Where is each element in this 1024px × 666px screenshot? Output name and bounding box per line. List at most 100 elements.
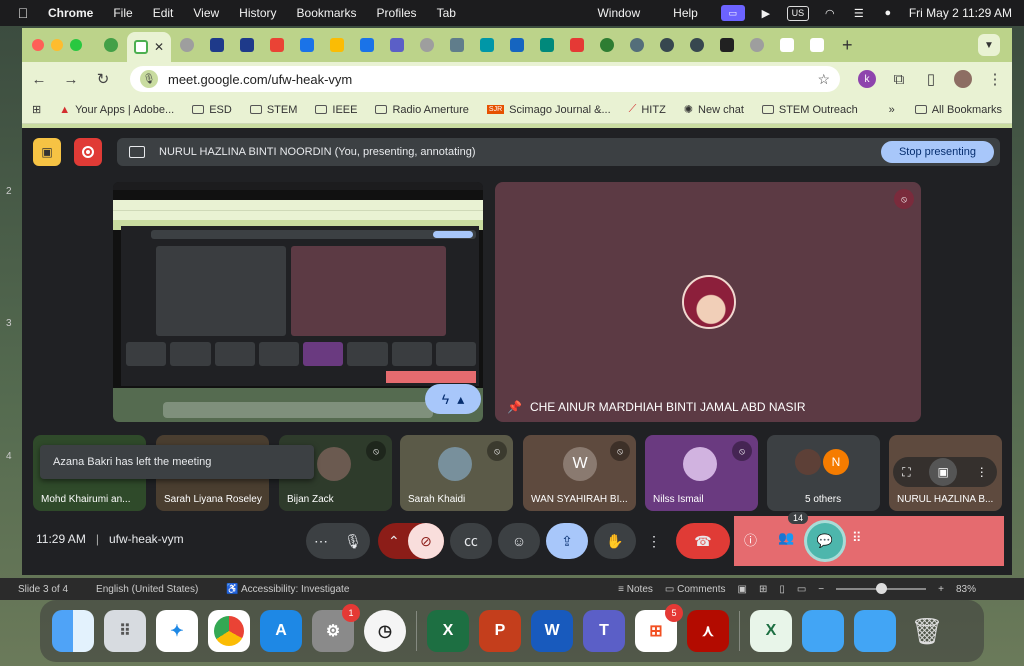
stop-presenting-button[interactable]: Stop presenting bbox=[880, 141, 994, 163]
menu-view[interactable]: View bbox=[193, 6, 219, 20]
tab-search-dropdown-icon[interactable]: ▼ bbox=[978, 34, 1000, 56]
camera-off-button[interactable]: ⊘ bbox=[408, 523, 444, 559]
microsoft-store-icon[interactable]: ⊞ 5 bbox=[635, 604, 683, 652]
activities-icon[interactable]: ⠿ bbox=[852, 530, 862, 546]
menu-edit[interactable]: Edit bbox=[153, 6, 174, 20]
tab[interactable] bbox=[293, 33, 321, 57]
powerpoint-icon[interactable]: P bbox=[479, 610, 521, 652]
more-options-icon[interactable]: ⋮ bbox=[976, 465, 988, 479]
camera-off-icon[interactable]: ▣ bbox=[33, 138, 61, 166]
bookmark-folder-stem[interactable]: STEM bbox=[249, 104, 297, 116]
tab[interactable] bbox=[443, 33, 471, 57]
microphone-icon[interactable]: 🎙 bbox=[344, 533, 362, 550]
zoom-level[interactable]: 83% bbox=[956, 584, 976, 595]
tab[interactable] bbox=[653, 33, 681, 57]
record-button[interactable] bbox=[74, 138, 102, 166]
notes-button[interactable]: ≡ Notes bbox=[618, 584, 653, 595]
bookmark-folder-esd[interactable]: ESD bbox=[192, 104, 232, 116]
tab[interactable] bbox=[803, 33, 831, 57]
close-window-button[interactable] bbox=[32, 39, 44, 51]
zoom-in-button[interactable]: + bbox=[938, 584, 944, 595]
comments-button[interactable]: ▭ Comments bbox=[665, 584, 726, 595]
clock-icon[interactable]: ◷ bbox=[364, 610, 406, 652]
new-tab-button[interactable]: + bbox=[842, 35, 853, 56]
tab-active-meet[interactable]: ✕ bbox=[127, 32, 171, 62]
frame-icon[interactable]: ⛶ bbox=[902, 465, 910, 480]
bookmark-star-icon[interactable]: ☆ bbox=[817, 71, 830, 88]
zoom-window-button[interactable] bbox=[70, 39, 82, 51]
menubar-clock[interactable]: Fri May 2 11:29 AM bbox=[909, 6, 1012, 20]
shared-screen-tile[interactable]: ϟ ▴ bbox=[113, 182, 483, 422]
excel-icon[interactable]: X bbox=[427, 610, 469, 652]
present-now-button[interactable]: ⇪ bbox=[546, 523, 588, 559]
apple-icon[interactable]:  bbox=[8, 5, 38, 21]
apps-grid-icon[interactable]: ⊞ bbox=[32, 103, 41, 116]
bookmark-folder-stem-outreach[interactable]: STEM Outreach bbox=[761, 104, 858, 116]
menu-tab[interactable]: Tab bbox=[437, 6, 456, 20]
tab[interactable] bbox=[623, 33, 651, 57]
url-text[interactable]: meet.google.com/ufw-heak-vym bbox=[168, 72, 807, 87]
close-tab-icon[interactable]: ✕ bbox=[154, 40, 164, 54]
normal-view-icon[interactable]: ▣ bbox=[737, 584, 746, 595]
control-center-icon[interactable]: ☰ bbox=[851, 6, 867, 20]
tab[interactable] bbox=[263, 33, 291, 57]
forward-button[interactable]: → bbox=[62, 71, 80, 88]
tab[interactable] bbox=[503, 33, 531, 57]
tab[interactable] bbox=[203, 33, 231, 57]
folder-icon[interactable] bbox=[802, 610, 844, 652]
menu-bookmarks[interactable]: Bookmarks bbox=[297, 6, 357, 20]
launchpad-icon[interactable]: ⠿ bbox=[104, 610, 146, 652]
word-icon[interactable]: W bbox=[531, 610, 573, 652]
more-options-button[interactable]: ⋮ bbox=[642, 523, 666, 559]
tab[interactable] bbox=[773, 33, 801, 57]
wifi-icon[interactable]: ◠ bbox=[822, 6, 838, 20]
back-button[interactable]: ← bbox=[30, 71, 48, 88]
tab[interactable] bbox=[713, 33, 741, 57]
extension-k-icon[interactable]: k bbox=[858, 70, 876, 88]
more-audio-options-icon[interactable]: ⋯ bbox=[314, 533, 328, 550]
menu-help[interactable]: Help bbox=[673, 6, 698, 20]
trash-icon[interactable]: 🗑 bbox=[906, 610, 948, 652]
more-bookmarks-button[interactable]: » bbox=[889, 104, 895, 116]
bookmark-scimago[interactable]: SJR Scimago Journal &... bbox=[486, 104, 611, 116]
profile-avatar[interactable] bbox=[954, 70, 972, 88]
bookmark-folder-radio[interactable]: Radio Amerture bbox=[375, 104, 469, 116]
tab[interactable] bbox=[233, 33, 261, 57]
app-store-icon[interactable]: A bbox=[260, 610, 302, 652]
bookmark-adobe[interactable]: ▲ Your Apps | Adobe... bbox=[59, 104, 174, 116]
safari-icon[interactable]: ✦ bbox=[156, 610, 198, 652]
meeting-details-icon[interactable]: ⓘ bbox=[744, 530, 757, 549]
others-tile[interactable]: N 5 others bbox=[767, 435, 880, 511]
screen-share-status-icon[interactable]: ▭ bbox=[720, 5, 745, 21]
siri-icon[interactable]: ● bbox=[880, 6, 896, 20]
finder-icon[interactable] bbox=[52, 610, 94, 652]
tab[interactable] bbox=[473, 33, 501, 57]
address-bar[interactable]: 🎙 meet.google.com/ufw-heak-vym ☆ bbox=[130, 66, 840, 92]
participant-tile[interactable]: ⦸ W WAN SYAHIRAH BI... bbox=[523, 435, 636, 511]
accessibility-indicator[interactable]: ♿ Accessibility: Investigate bbox=[226, 584, 349, 595]
excel-document-icon[interactable]: X bbox=[750, 610, 792, 652]
tab[interactable] bbox=[533, 33, 561, 57]
chrome-menu-icon[interactable]: ⋮ bbox=[986, 70, 1004, 88]
emoji-reactions-button[interactable]: ☺ bbox=[498, 523, 540, 559]
reading-view-icon[interactable]: ▯ bbox=[779, 584, 785, 595]
tab[interactable] bbox=[173, 33, 201, 57]
minimize-window-button[interactable] bbox=[51, 39, 63, 51]
bookmark-folder-ieee[interactable]: IEEE bbox=[315, 104, 357, 116]
language-indicator[interactable]: English (United States) bbox=[96, 584, 198, 595]
captions-button[interactable]: ㏄ bbox=[450, 523, 492, 559]
annotation-tools-button[interactable]: ϟ ▴ bbox=[425, 384, 481, 414]
bookmark-hitz[interactable]: ⟋ HITZ bbox=[629, 103, 666, 116]
visual-effects-icon[interactable]: ▣ bbox=[929, 458, 958, 486]
tab[interactable] bbox=[323, 33, 351, 57]
tab[interactable] bbox=[593, 33, 621, 57]
side-panel-icon[interactable]: ▯ bbox=[922, 70, 940, 88]
system-settings-icon[interactable]: ⚙ 1 bbox=[312, 604, 360, 652]
slideshow-icon[interactable]: ▭ bbox=[797, 584, 806, 595]
tab[interactable] bbox=[413, 33, 441, 57]
reload-button[interactable]: ↻ bbox=[94, 70, 112, 88]
menu-profiles[interactable]: Profiles bbox=[377, 6, 417, 20]
slide-sorter-icon[interactable]: ⊞ bbox=[759, 584, 767, 595]
speaker-tile[interactable]: ⦸ 📌 CHE AINUR MARDHIAH BINTI JAMAL ABD NA… bbox=[495, 182, 921, 422]
site-info-icon[interactable]: 🎙 bbox=[140, 70, 158, 88]
